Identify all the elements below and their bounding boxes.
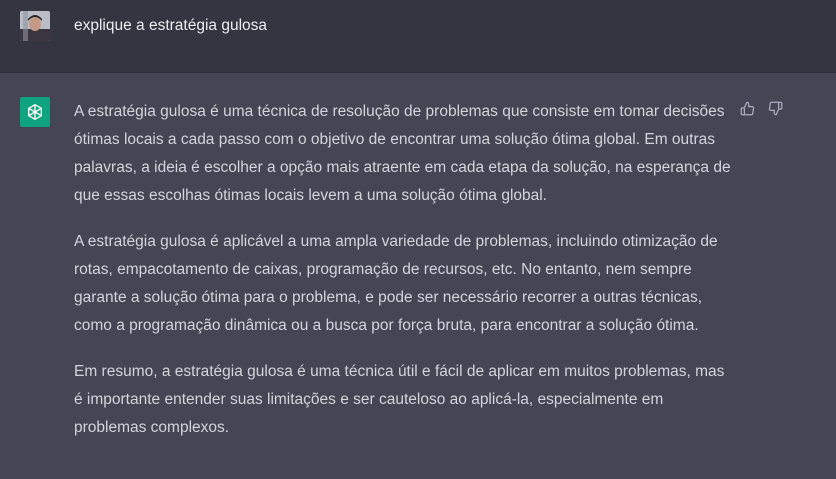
thumbs-down-icon [768, 101, 782, 115]
assistant-message-row: A estratégia gulosa é uma técnica de res… [0, 73, 836, 479]
answer-paragraph-1: A estratégia gulosa é uma técnica de res… [74, 103, 731, 204]
answer-paragraph-3: Em resumo, a estratégia gulosa é uma téc… [74, 363, 725, 436]
user-avatar-image [20, 11, 50, 41]
answer-paragraph-2: A estratégia gulosa é aplicável a uma am… [74, 233, 718, 334]
like-button[interactable] [739, 100, 755, 116]
thumbs-up-icon [740, 101, 754, 115]
openai-logo-icon [28, 104, 42, 121]
user-message-text: explique a estratégia gulosa [74, 17, 268, 34]
user-message-row: explique a estratégia gulosa [0, 0, 836, 73]
assistant-avatar [20, 97, 50, 127]
user-avatar [20, 11, 50, 41]
assistant-message-text: A estratégia gulosa é uma técnica de res… [74, 98, 734, 460]
dislike-button[interactable] [767, 100, 783, 116]
